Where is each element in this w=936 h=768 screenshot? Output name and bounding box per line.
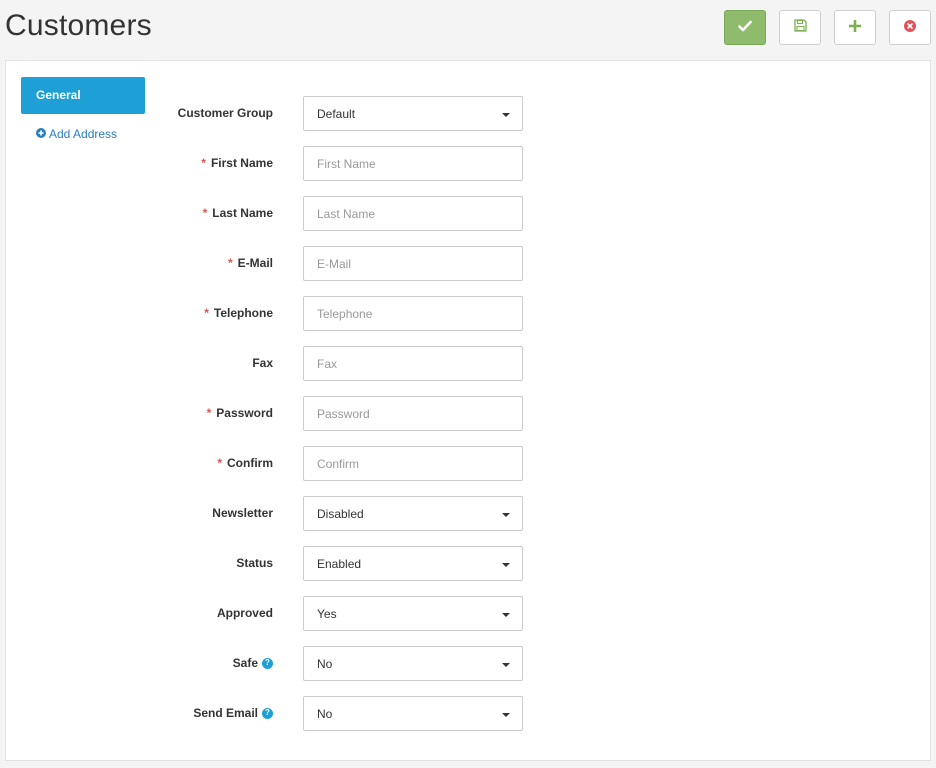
row-send-email: Send Email? No xyxy=(6,696,606,731)
newsletter-label: Newsletter xyxy=(212,506,273,520)
customer-group-value: Default xyxy=(317,106,356,121)
last-name-input[interactable] xyxy=(303,196,523,231)
email-input[interactable] xyxy=(303,246,523,281)
email-label: * E-Mail xyxy=(227,256,273,270)
status-label: Status xyxy=(236,556,273,570)
customer-form-panel: General Add Address Customer Group Defau… xyxy=(5,60,931,761)
first-name-label: * First Name xyxy=(201,156,273,170)
send-email-select[interactable]: No xyxy=(303,696,523,731)
required-marker: * xyxy=(202,206,208,220)
newsletter-select[interactable]: Disabled xyxy=(303,496,523,531)
row-customer-group: Customer Group Default xyxy=(6,96,606,131)
row-status: Status Enabled xyxy=(6,546,606,581)
approved-label: Approved xyxy=(216,606,273,620)
row-fax: Fax xyxy=(6,346,606,381)
confirm-label: * Confirm xyxy=(217,456,273,470)
approved-value: Yes xyxy=(317,606,337,621)
first-name-input[interactable] xyxy=(303,146,523,181)
row-approved: Approved Yes xyxy=(6,596,606,631)
customer-group-label: Customer Group xyxy=(177,106,273,120)
row-password: * Password xyxy=(6,396,606,431)
status-select[interactable]: Enabled xyxy=(303,546,523,581)
safe-value: No xyxy=(317,656,333,671)
plus-icon xyxy=(848,19,862,37)
row-safe: Safe? No xyxy=(6,646,606,681)
caret-down-icon xyxy=(502,713,510,717)
page-title: Customers xyxy=(5,9,152,42)
save-button[interactable] xyxy=(724,10,766,45)
row-telephone: * Telephone xyxy=(6,296,606,331)
fax-input[interactable] xyxy=(303,346,523,381)
help-icon[interactable]: ? xyxy=(262,657,273,669)
telephone-label: * Telephone xyxy=(204,306,273,320)
caret-down-icon xyxy=(502,613,510,617)
caret-down-icon xyxy=(502,513,510,517)
required-marker: * xyxy=(227,256,233,270)
row-newsletter: Newsletter Disabled xyxy=(6,496,606,531)
customer-group-select[interactable]: Default xyxy=(303,96,523,131)
fax-label: Fax xyxy=(252,356,273,370)
status-value: Enabled xyxy=(317,556,362,571)
row-email: * E-Mail xyxy=(6,246,606,281)
send-email-value: No xyxy=(317,706,333,721)
safe-select[interactable]: No xyxy=(303,646,523,681)
required-marker: * xyxy=(201,156,206,170)
caret-down-icon xyxy=(502,563,510,567)
toolbar xyxy=(724,10,931,45)
help-icon[interactable]: ? xyxy=(262,707,273,719)
caret-down-icon xyxy=(502,113,510,117)
close-circle-icon xyxy=(904,19,916,37)
add-button[interactable] xyxy=(834,10,876,45)
approved-select[interactable]: Yes xyxy=(303,596,523,631)
row-last-name: * Last Name xyxy=(6,196,606,231)
send-email-label: Send Email? xyxy=(193,706,273,720)
required-marker: * xyxy=(217,456,222,470)
cancel-button[interactable] xyxy=(889,10,931,45)
required-marker: * xyxy=(206,406,212,420)
password-input[interactable] xyxy=(303,396,523,431)
password-label: * Password xyxy=(206,406,273,420)
last-name-label: * Last Name xyxy=(202,206,273,220)
telephone-input[interactable] xyxy=(303,296,523,331)
safe-label: Safe? xyxy=(233,656,273,670)
confirm-input[interactable] xyxy=(303,446,523,481)
check-icon xyxy=(738,19,752,37)
row-confirm: * Confirm xyxy=(6,446,606,481)
floppy-disk-icon xyxy=(793,18,807,37)
required-marker: * xyxy=(204,306,209,320)
caret-down-icon xyxy=(502,663,510,667)
save-draft-button[interactable] xyxy=(779,10,821,45)
row-first-name: * First Name xyxy=(6,146,606,181)
newsletter-value: Disabled xyxy=(317,506,364,521)
